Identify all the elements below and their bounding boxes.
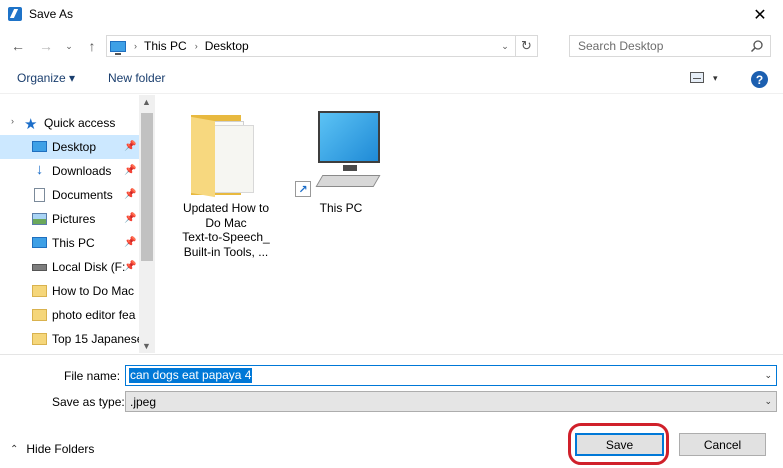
file-name-line: Text-to-Speech_ [182, 230, 270, 244]
sidebar-item-label: Desktop [52, 140, 97, 154]
scroll-down-icon[interactable]: ▼ [142, 341, 151, 351]
hide-folders-label: Hide Folders [26, 442, 95, 456]
sidebar-item-label: Local Disk (F: [52, 260, 126, 274]
chevron-down-icon[interactable]: ⌄ [497, 38, 513, 54]
forward-arrow-icon[interactable]: → [36, 37, 56, 55]
app-icon [8, 7, 22, 21]
file-name-field[interactable]: can dogs eat papaya 4 ⌄ [125, 365, 777, 386]
folder-icon [176, 107, 276, 198]
file-name-line: This PC [319, 201, 363, 215]
search-input[interactable]: Search Desktop [569, 35, 771, 57]
folder-icon [32, 309, 47, 321]
recent-locations-chevron-icon[interactable]: ⌄ [62, 37, 76, 55]
file-name-line: Do Mac [205, 215, 247, 230]
file-item-this-pc[interactable]: ↗ This PC [291, 107, 391, 216]
window-title: Save As [29, 7, 74, 21]
pictures-icon [32, 213, 47, 225]
organize-menu-button[interactable]: Organize ▾ [17, 71, 75, 85]
sidebar-item-how-to-do-mac[interactable]: How to Do Mac [0, 279, 139, 303]
refresh-icon[interactable]: ↻ [515, 35, 537, 57]
pin-icon[interactable]: 📌 [124, 237, 136, 248]
sidebar-item-label: This PC [52, 236, 95, 250]
star-icon: ★ [24, 116, 38, 133]
folder-icon [32, 333, 47, 345]
back-arrow-icon[interactable]: ← [8, 37, 28, 55]
sidebar-item-this-pc[interactable]: This PC 📌 [0, 231, 139, 255]
navigation-scrollbar[interactable]: ▲ ▼ [139, 95, 155, 353]
desktop-icon [32, 141, 47, 152]
sidebar-item-top-15-japanese[interactable]: Top 15 Japanese [0, 327, 139, 351]
this-pc-icon [32, 237, 47, 248]
up-arrow-icon[interactable]: ↑ [82, 37, 102, 55]
chevron-right-icon[interactable]: › [134, 41, 137, 51]
save-as-type-label: Save as type: [52, 395, 125, 409]
sidebar-item-photo-editor[interactable]: photo editor fea [0, 303, 139, 327]
documents-icon [34, 188, 45, 202]
address-bar[interactable]: › This PC › Desktop ⌄ ↻ [106, 35, 538, 57]
chevron-down-icon[interactable]: ⌄ [764, 370, 772, 381]
downloads-icon: ↓ [35, 160, 44, 178]
pin-icon[interactable]: 📌 [124, 141, 136, 152]
file-item-updated-how-to-do-mac[interactable]: Updated How to Do Mac Text-to-Speech_ Bu… [176, 107, 276, 259]
folder-icon [32, 285, 47, 297]
chevron-down-icon[interactable]: ▾ [713, 73, 718, 84]
title-bar: Save As ✕ [0, 0, 783, 30]
breadcrumb-desktop[interactable]: Desktop [205, 39, 249, 53]
file-name-line: Updated How to [182, 201, 270, 215]
navigation-pane: › ★ Quick access Desktop 📌 ↓ Downloads 📌… [0, 95, 155, 353]
pin-icon[interactable]: 📌 [124, 165, 136, 176]
view-options-icon[interactable] [690, 72, 704, 83]
save-form: File name: can dogs eat papaya 4 ⌄ Save … [0, 354, 783, 468]
sidebar-item-label: How to Do Mac [52, 284, 135, 298]
sidebar-item-documents[interactable]: Documents 📌 [0, 183, 139, 207]
save-as-type-value: .jpeg [130, 395, 157, 409]
pin-icon[interactable]: 📌 [124, 213, 136, 224]
file-list: Updated How to Do Mac Text-to-Speech_ Bu… [156, 95, 783, 353]
pin-icon[interactable]: 📌 [124, 261, 136, 272]
file-name-label: File name: [64, 369, 121, 383]
file-name-value[interactable]: can dogs eat papaya 4 [129, 368, 253, 383]
navigation-bar: ← → ⌄ ↑ › This PC › Desktop ⌄ ↻ Search D… [0, 31, 783, 61]
scrollbar-thumb[interactable] [141, 113, 153, 261]
pin-icon[interactable]: 📌 [124, 189, 136, 200]
search-placeholder: Search Desktop [578, 39, 664, 53]
search-icon[interactable] [750, 39, 764, 53]
sidebar-item-pictures[interactable]: Pictures 📌 [0, 207, 139, 231]
chevron-up-icon: ⌃ [10, 443, 19, 455]
save-as-type-select[interactable]: .jpeg ⌄ [125, 391, 777, 412]
sidebar-item-local-disk[interactable]: Local Disk (F: 📌 [0, 255, 139, 279]
sidebar-item-label: Pictures [52, 212, 96, 226]
scroll-up-icon[interactable]: ▲ [142, 97, 151, 107]
this-pc-icon [110, 40, 126, 55]
new-folder-button[interactable]: New folder [108, 71, 165, 85]
help-icon[interactable]: ? [751, 71, 768, 88]
command-toolbar: Organize ▾ New folder ▾ ? [0, 62, 783, 94]
chevron-down-icon[interactable]: ⌄ [764, 396, 772, 407]
file-name-line: Built-in Tools, ... [183, 244, 269, 259]
expand-chevron-icon[interactable]: › [11, 116, 14, 126]
this-pc-shortcut-icon: ↗ [291, 107, 391, 197]
sidebar-item-label: photo editor fea [52, 308, 136, 322]
sidebar-item-label: Documents [52, 188, 113, 202]
chevron-right-icon[interactable]: › [195, 41, 198, 51]
cancel-button[interactable]: Cancel [679, 433, 766, 456]
sidebar-item-label: Top 15 Japanese [52, 332, 139, 346]
breadcrumb-this-pc[interactable]: This PC [144, 39, 187, 53]
sidebar-item-downloads[interactable]: ↓ Downloads 📌 [0, 159, 139, 183]
local-disk-icon [32, 264, 47, 271]
sidebar-item-label: Quick access [44, 116, 116, 130]
sidebar-item-label: Downloads [52, 164, 112, 178]
close-button[interactable]: ✕ [737, 0, 783, 30]
sidebar-item-quick-access[interactable]: › ★ Quick access [0, 111, 139, 135]
save-button[interactable]: Save [575, 433, 664, 456]
sidebar-item-desktop[interactable]: Desktop 📌 [0, 135, 139, 159]
hide-folders-button[interactable]: ⌃ Hide Folders [10, 442, 94, 456]
